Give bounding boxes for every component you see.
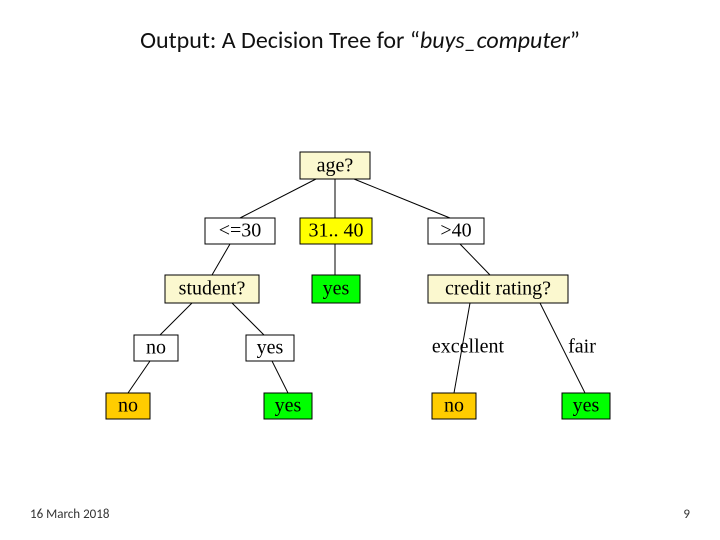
footer-date: 16 March 2018 bbox=[30, 507, 109, 522]
student-node-label: student? bbox=[179, 278, 246, 300]
edge-student-no-leaf bbox=[128, 361, 150, 393]
mid-leaf-label: yes bbox=[323, 278, 350, 300]
branch-label-left: <=30 bbox=[219, 220, 262, 242]
edge-branch-left-down bbox=[212, 244, 230, 275]
leaf-credit-excellent-label: no bbox=[444, 395, 464, 417]
leaf-student-yes-label: yes bbox=[275, 395, 302, 417]
edge-student-yes-leaf bbox=[272, 361, 288, 393]
edge-branch-right-down bbox=[460, 244, 490, 275]
edge-student-yes bbox=[232, 303, 264, 335]
edge-root-left bbox=[240, 179, 316, 218]
edge-root-right bbox=[354, 179, 450, 218]
credit-branch-fair-label: fair bbox=[568, 336, 596, 358]
leaf-credit-fair-label: yes bbox=[573, 395, 600, 417]
credit-branch-excellent-label: excellent bbox=[432, 336, 505, 358]
student-branch-no-label: no bbox=[146, 337, 166, 359]
leaf-student-no-label: no bbox=[118, 395, 138, 417]
decision-tree-diagram: age? <=30 31.. 40 >40 student? yes credi… bbox=[0, 0, 720, 540]
branch-label-right: >40 bbox=[440, 220, 471, 242]
credit-node-label: credit rating? bbox=[445, 278, 551, 300]
student-branch-yes-label: yes bbox=[257, 337, 284, 359]
footer-page-number: 9 bbox=[683, 507, 690, 522]
edge-student-no bbox=[160, 303, 192, 335]
branch-label-mid: 31.. 40 bbox=[309, 220, 364, 242]
root-node-label: age? bbox=[317, 155, 354, 177]
